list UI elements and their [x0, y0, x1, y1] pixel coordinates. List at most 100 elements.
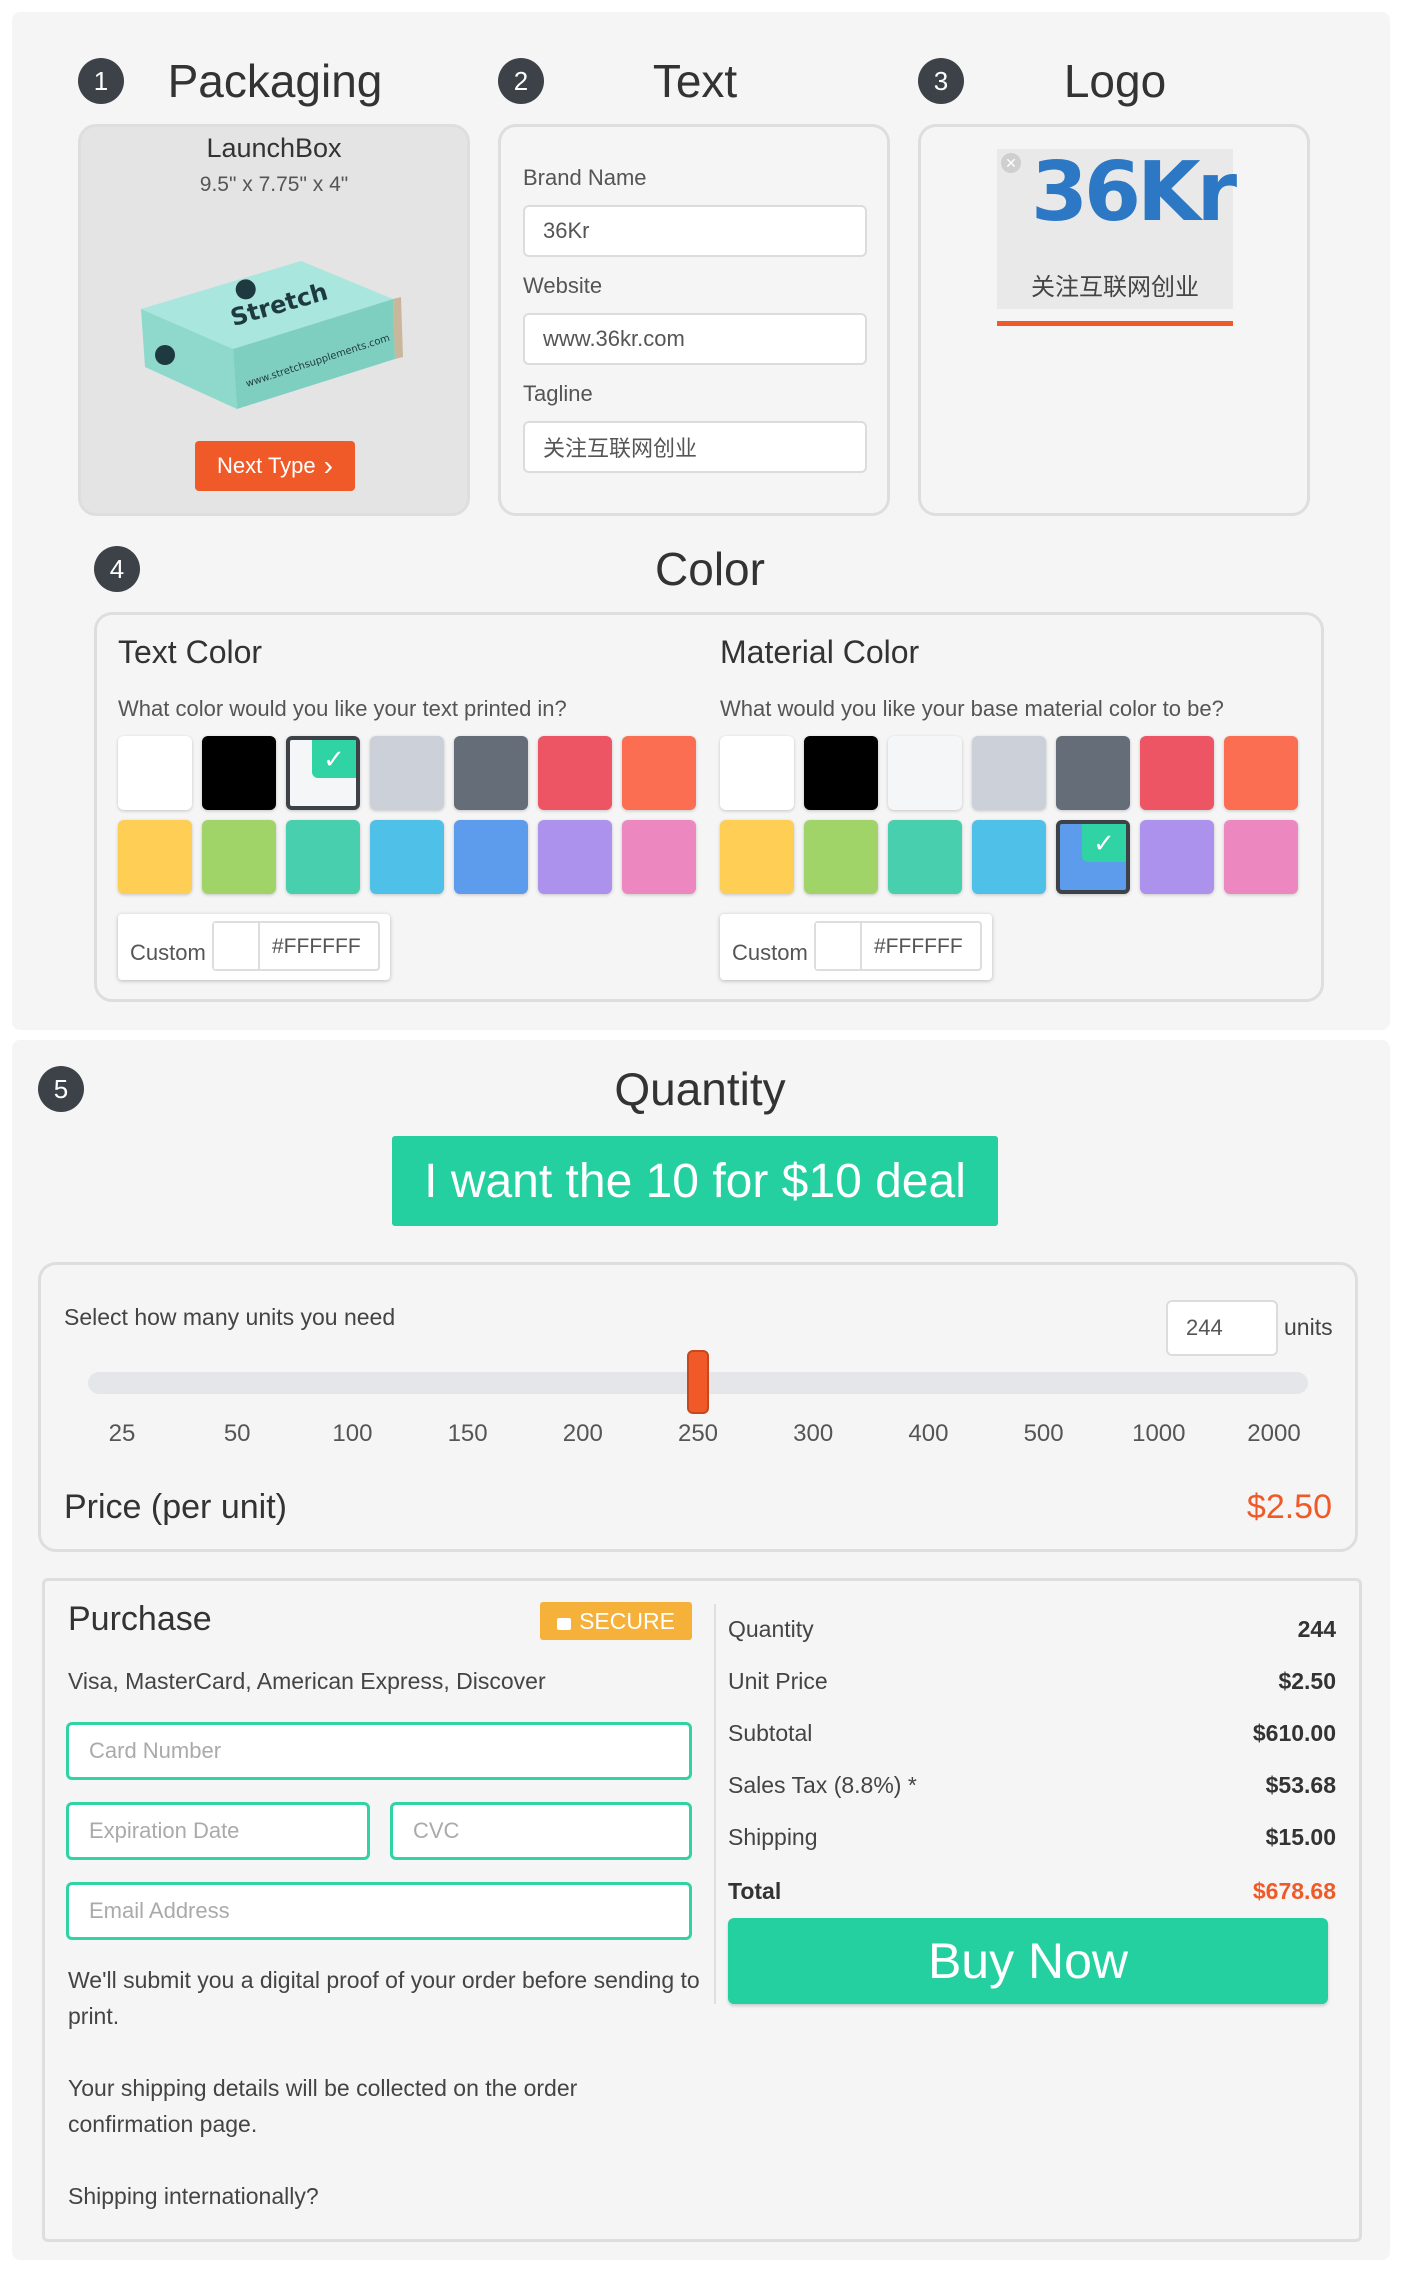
material-color-swatch[interactable]: [972, 736, 1046, 810]
material-color-swatch[interactable]: [720, 820, 794, 894]
text-color-custom-input[interactable]: #FFFFFF: [212, 921, 380, 971]
text-color-swatch[interactable]: [538, 820, 612, 894]
units-input[interactable]: 244: [1166, 1300, 1278, 1356]
material-color-swatch[interactable]: ✓: [1056, 820, 1130, 894]
secure-badge: SECURE: [540, 1602, 692, 1640]
material-color-swatch[interactable]: [1224, 820, 1298, 894]
material-color-swatch[interactable]: [804, 820, 878, 894]
card-number-input[interactable]: Card Number: [66, 1722, 692, 1780]
material-color-swatch[interactable]: [1056, 736, 1130, 810]
material-color-custom-input[interactable]: #FFFFFF: [814, 921, 982, 971]
website-label: Website: [523, 273, 603, 298]
buy-now-button[interactable]: Buy Now: [728, 1918, 1328, 2004]
text-color-swatch[interactable]: [202, 736, 276, 810]
next-type-label: Next Type: [217, 453, 316, 478]
material-color-swatch[interactable]: [720, 736, 794, 810]
email-input[interactable]: Email Address: [66, 1882, 692, 1940]
text-color-swatch[interactable]: ✓: [286, 736, 360, 810]
brand-name-input[interactable]: 36Kr: [523, 205, 867, 257]
lock-icon: [557, 1618, 572, 1630]
secure-label: SECURE: [579, 1607, 675, 1634]
slider-tick-label: 200: [562, 1420, 603, 1447]
text-color-swatch[interactable]: [202, 820, 276, 894]
select-units-label: Select how many units you need: [64, 1304, 396, 1330]
box-image: Stretch www.stretchsupplements.com: [141, 261, 403, 409]
quantity-heading: Quantity: [614, 1063, 786, 1115]
logo-mark: 36Kr: [1031, 145, 1237, 240]
slider-tick-label: 250: [677, 1420, 719, 1447]
text-color-swatch[interactable]: [286, 820, 360, 894]
material-color-swatch[interactable]: [804, 736, 878, 810]
text-heading: Text: [652, 55, 738, 107]
text-color-swatch[interactable]: [622, 736, 696, 810]
text-color-swatches: ✓: [118, 736, 698, 896]
summary-sales-tax-label: Sales Tax (8.8%) *: [728, 1772, 917, 1798]
slider-tick-label: 300: [793, 1420, 834, 1447]
text-color-swatch[interactable]: [454, 736, 528, 810]
deal-button[interactable]: I want the 10 for $10 deal: [392, 1136, 998, 1226]
text-color-custom-swatch: [214, 923, 260, 969]
text-color-title: Text Color: [118, 634, 263, 670]
chevron-right-icon: ›: [323, 450, 333, 481]
expiration-date-input[interactable]: Expiration Date: [66, 1802, 370, 1860]
text-color-swatch[interactable]: [622, 820, 696, 894]
quantity-slider-handle[interactable]: [687, 1350, 709, 1414]
text-color-custom: Custom #FFFFFF: [118, 914, 390, 980]
cvc-input[interactable]: CVC: [390, 1802, 692, 1860]
slider-tick-label: 150: [447, 1420, 488, 1447]
text-color-swatch[interactable]: [118, 736, 192, 810]
check-icon: ✓: [1082, 824, 1126, 862]
text-color-swatch[interactable]: [454, 820, 528, 894]
slider-tick-label: 25: [108, 1420, 136, 1447]
text-color-custom-value: #FFFFFF: [272, 935, 361, 958]
text-color-custom-label: Custom: [130, 940, 206, 965]
material-color-question: What would you like your base material c…: [720, 696, 1224, 721]
step-2-badge: 2: [498, 58, 544, 104]
summary-shipping-label: Shipping: [728, 1824, 818, 1850]
logo-underline: [997, 321, 1233, 326]
summary-subtotal-value: $610.00: [1252, 1720, 1336, 1746]
logo-heading: Logo: [1063, 55, 1167, 107]
text-color-swatch[interactable]: [370, 820, 444, 894]
slider-tick-label: 1000: [1132, 1420, 1186, 1447]
remove-logo-icon[interactable]: ✕: [1001, 153, 1021, 173]
logo-card: ✕ 36Kr 关注互联网创业: [918, 124, 1310, 516]
material-color-swatches: ✓: [720, 736, 1300, 896]
material-color-custom-value: #FFFFFF: [874, 935, 963, 958]
step-4-badge: 4: [94, 546, 140, 592]
material-color-custom-swatch: [816, 923, 862, 969]
brand-name-label: Brand Name: [523, 165, 647, 190]
material-color-custom-label: Custom: [732, 940, 808, 965]
summary-unit-price-value: $2.50: [1278, 1668, 1336, 1694]
material-color-swatch[interactable]: [1140, 736, 1214, 810]
summary-unit-price-label: Unit Price: [728, 1668, 828, 1694]
tagline-input[interactable]: 关注互联网创业: [523, 421, 867, 473]
cards-accepted: Visa, MasterCard, American Express, Disc…: [68, 1668, 546, 1694]
material-color-swatch[interactable]: [1224, 736, 1298, 810]
material-color-swatch[interactable]: [972, 820, 1046, 894]
material-color-swatch[interactable]: [888, 820, 962, 894]
text-color-question: What color would you like your text prin…: [118, 696, 567, 721]
step-3-badge: 3: [918, 58, 964, 104]
next-type-button[interactable]: Next Type ›: [195, 441, 355, 491]
packaging-card: LaunchBox 9.5" x 7.75" x 4" Stretch www.…: [78, 124, 470, 516]
text-card: Brand Name 36Kr Website www.36kr.com Tag…: [498, 124, 890, 516]
international-shipping-link[interactable]: Shipping internationally?: [68, 2178, 319, 2214]
shipping-note: Your shipping details will be collected …: [68, 2075, 578, 2137]
color-heading: Color: [655, 543, 765, 595]
slider-tick-label: 500: [1023, 1420, 1064, 1447]
slider-tick-label: 50: [223, 1420, 251, 1447]
logo-preview: ✕ 36Kr 关注互联网创业: [997, 145, 1237, 309]
price-per-unit-value: $2.50: [1246, 1488, 1332, 1526]
website-input[interactable]: www.36kr.com: [523, 313, 867, 365]
product-dimensions: 9.5" x 7.75" x 4": [199, 173, 349, 196]
material-color-swatch[interactable]: [1140, 820, 1214, 894]
text-color-swatch[interactable]: [370, 736, 444, 810]
tagline-label: Tagline: [523, 381, 593, 406]
text-color-swatch[interactable]: [538, 736, 612, 810]
price-per-unit-label: Price (per unit): [64, 1488, 287, 1526]
packaging-heading: Packaging: [167, 55, 383, 107]
material-color-swatch[interactable]: [888, 736, 962, 810]
summary-total-label: Total: [728, 1878, 782, 1904]
text-color-swatch[interactable]: [118, 820, 192, 894]
